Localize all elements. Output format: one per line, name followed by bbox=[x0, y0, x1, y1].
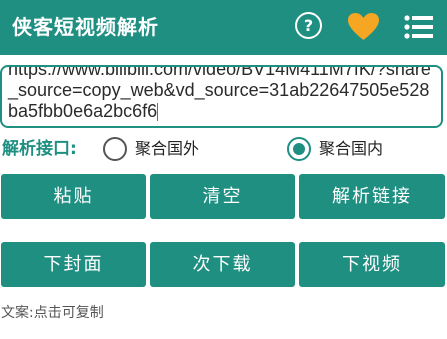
heart-icon[interactable] bbox=[347, 12, 380, 42]
help-icon[interactable]: ? bbox=[295, 12, 322, 39]
radio-domestic-label[interactable]: 聚合国内 bbox=[319, 137, 383, 161]
secondary-download-button[interactable]: 次下载 bbox=[150, 242, 295, 287]
app-title: 侠客短视频解析 bbox=[12, 15, 159, 39]
download-cover-button[interactable]: 下封面 bbox=[1, 242, 146, 287]
interface-label: 解析接口: bbox=[2, 139, 77, 159]
download-video-button[interactable]: 下视频 bbox=[299, 242, 445, 287]
app-bar: 侠客短视频解析 ? bbox=[0, 0, 447, 55]
parse-link-button[interactable]: 解析链接 bbox=[299, 174, 445, 219]
clear-button[interactable]: 清空 bbox=[150, 174, 295, 219]
url-input-value: https://www.bilibili.com/video/BV14M411M… bbox=[8, 65, 431, 121]
radio-foreign[interactable] bbox=[103, 137, 127, 161]
caption-note[interactable]: 文案:点击可复制 bbox=[1, 303, 104, 323]
url-input-text[interactable]: https://www.bilibili.com/video/BV14M411M… bbox=[8, 65, 435, 122]
radio-foreign-label[interactable]: 聚合国外 bbox=[135, 137, 199, 161]
text-cursor bbox=[157, 103, 159, 121]
radio-domestic[interactable] bbox=[287, 137, 311, 161]
url-input[interactable]: https://www.bilibili.com/video/BV14M411M… bbox=[0, 65, 443, 128]
paste-button[interactable]: 粘贴 bbox=[1, 174, 146, 219]
menu-icon[interactable] bbox=[404, 14, 434, 40]
